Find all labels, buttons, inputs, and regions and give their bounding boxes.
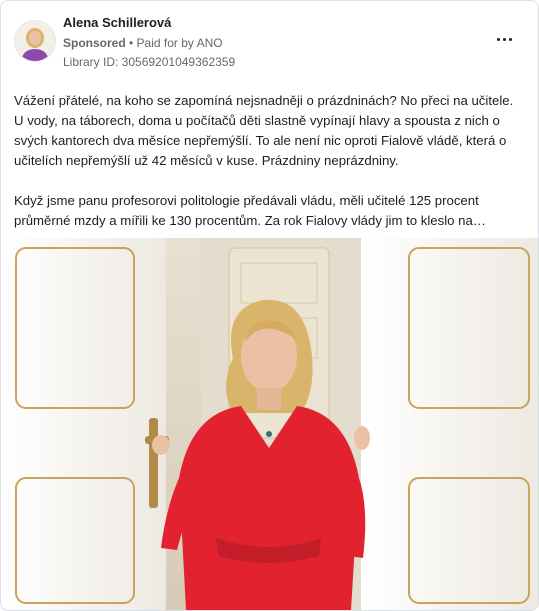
paragraph-2: Když jsme panu profesorovi politologie p… — [14, 193, 486, 228]
more-horizontal-icon — [497, 38, 500, 41]
post-body: Vážení přátelé, na koho se zapomíná nejs… — [14, 91, 526, 251]
separator: • — [125, 36, 137, 50]
sponsored-label: Sponsored — [63, 36, 126, 50]
paragraph-1: Vážení přátelé, na koho se zapomíná nejs… — [14, 93, 514, 168]
page-avatar[interactable] — [14, 20, 56, 62]
paid-for-label: Paid for by ANO — [136, 36, 223, 50]
page-name[interactable]: Alena Schillerová — [63, 15, 171, 30]
library-id: Library ID: 30569201049362359 — [63, 55, 236, 69]
more-options-button[interactable] — [492, 29, 516, 49]
post-image[interactable] — [1, 238, 538, 610]
post-header: Alena Schillerová Sponsored • Paid for b… — [1, 1, 538, 81]
sponsor-line: Sponsored • Paid for by ANO — [63, 36, 223, 50]
ad-card: Alena Schillerová Sponsored • Paid for b… — [0, 0, 539, 611]
